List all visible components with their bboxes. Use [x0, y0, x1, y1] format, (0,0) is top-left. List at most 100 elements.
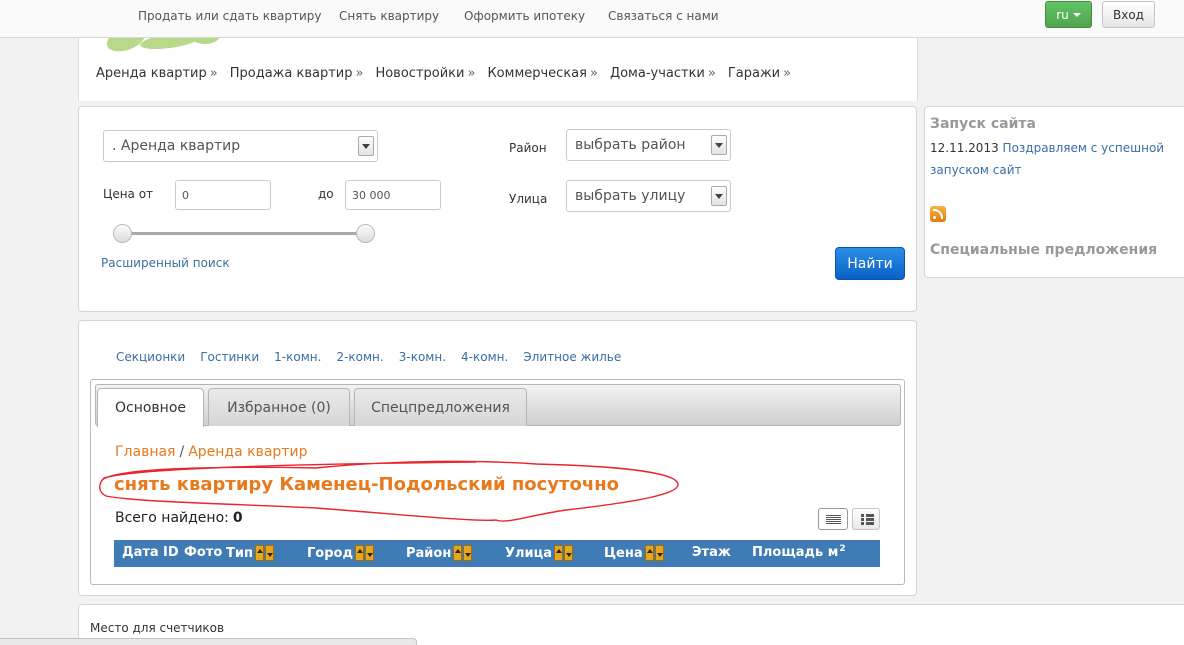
- breadcrumb-home-link[interactable]: Главная: [115, 444, 175, 460]
- tab-main[interactable]: Основное: [97, 388, 204, 427]
- language-dropdown-button[interactable]: ru: [1045, 1, 1092, 28]
- subcat-elite[interactable]: Элитное жилье: [523, 350, 621, 364]
- rss-icon[interactable]: [930, 206, 946, 222]
- breadcrumb: Главная / Аренда квартир: [115, 444, 307, 460]
- price-slider-track[interactable]: [122, 232, 362, 235]
- results-count-colon: :: [224, 510, 229, 526]
- topnav-rent-link[interactable]: Снять квартиру: [339, 9, 439, 23]
- col-street-label: Улица: [505, 545, 553, 561]
- results-table-header: Дата ID Фото Тип Город Район Улица Цена …: [114, 540, 880, 567]
- price-from-label: Цена от: [103, 187, 154, 201]
- subcat-hotels[interactable]: Гостинки: [200, 350, 259, 364]
- caret-down-icon: [1072, 12, 1081, 17]
- street-label: Улица: [509, 192, 548, 206]
- col-district-header[interactable]: Район: [406, 545, 473, 561]
- cat-sale-link[interactable]: Продажа квартир»: [230, 66, 364, 81]
- sort-arrows-icon[interactable]: [354, 545, 374, 561]
- street-value: выбрать улицу: [575, 188, 686, 204]
- col-photo-header: Фото: [184, 545, 223, 560]
- district-value: выбрать район: [575, 137, 686, 153]
- property-type-value: . Аренда квартир: [112, 138, 241, 154]
- col-city-label: Город: [307, 545, 353, 561]
- col-district-label: Район: [406, 545, 452, 561]
- chevron-right-icon: »: [355, 66, 364, 81]
- subcat-4room[interactable]: 4-комн.: [461, 350, 508, 364]
- grid-view-button[interactable]: [852, 508, 880, 530]
- list-view-icon: [826, 515, 841, 524]
- subcat-2room[interactable]: 2-комн.: [336, 350, 383, 364]
- results-count-value: 0: [232, 510, 243, 526]
- street-select[interactable]: выбрать улицу: [566, 180, 731, 212]
- special-offers-title: Специальные предложения: [930, 242, 1158, 258]
- cat-label: Гаражи: [727, 66, 781, 81]
- col-date-header[interactable]: Дата: [122, 545, 159, 560]
- chevron-right-icon: »: [707, 66, 716, 81]
- logo-graphic[interactable]: [100, 38, 220, 52]
- news-body: 12.11.2013 Поздравляем с успешной запуск…: [930, 137, 1175, 181]
- chevron-right-icon: »: [783, 66, 792, 81]
- grid-view-icon: [861, 514, 875, 525]
- results-count: Всего найдено: 0: [115, 510, 243, 526]
- cat-label: Продажа квартир: [229, 66, 353, 81]
- col-area-sup: 2: [839, 543, 846, 554]
- page-title: снять квартиру Каменец-Подольский посуто…: [114, 474, 619, 495]
- counters-placeholder: Место для счетчиков: [90, 621, 225, 635]
- price-to-input[interactable]: 30 000: [345, 180, 441, 210]
- col-city-header[interactable]: Город: [307, 545, 374, 561]
- chevron-right-icon: »: [589, 66, 598, 81]
- chevron-right-icon: »: [209, 66, 218, 81]
- chevron-down-icon: [711, 186, 727, 206]
- topnav-sell-link[interactable]: Продать или сдать квартиру: [138, 9, 322, 23]
- list-view-button[interactable]: [818, 508, 848, 530]
- chevron-down-icon: [711, 135, 727, 155]
- price-slider-min-handle[interactable]: [112, 224, 132, 243]
- price-from-input[interactable]: 0: [175, 180, 271, 210]
- topnav-mortgage-link[interactable]: Оформить ипотеку: [464, 9, 585, 23]
- advanced-search-link[interactable]: Расширенный поиск: [101, 256, 230, 270]
- chevron-down-icon: [358, 136, 374, 156]
- login-button[interactable]: Вход: [1102, 1, 1155, 28]
- subcat-sections[interactable]: Секционки: [116, 350, 185, 364]
- cat-label: Коммерческая: [487, 66, 587, 81]
- cat-houses-link[interactable]: Дома-участки»: [610, 66, 716, 81]
- property-type-select[interactable]: . Аренда квартир: [103, 130, 378, 162]
- col-street-header[interactable]: Улица: [505, 545, 574, 561]
- topnav-contact-link[interactable]: Связаться с нами: [608, 9, 719, 23]
- subcat-1room[interactable]: 1-комн.: [274, 350, 321, 364]
- price-slider-max-handle[interactable]: [355, 224, 375, 243]
- news-title: Запуск сайта: [930, 116, 1036, 132]
- col-price-label: Цена: [604, 545, 643, 561]
- cat-commercial-link[interactable]: Коммерческая»: [487, 66, 597, 81]
- language-label: ru: [1056, 7, 1069, 22]
- col-floor-header[interactable]: Этаж: [692, 545, 731, 560]
- subcat-3room[interactable]: 3-комн.: [399, 350, 446, 364]
- cat-garages-link[interactable]: Гаражи»: [728, 66, 791, 81]
- col-type-label: Тип: [226, 545, 253, 561]
- chevron-right-icon: »: [467, 66, 476, 81]
- breadcrumb-separator: /: [179, 444, 185, 460]
- col-area-label: Площадь м: [752, 545, 839, 560]
- cat-newbuild-link[interactable]: Новостройки»: [375, 66, 475, 81]
- col-area-header[interactable]: Площадь м2: [752, 543, 846, 561]
- sort-arrows-icon[interactable]: [644, 545, 664, 561]
- district-select[interactable]: выбрать район: [566, 129, 731, 161]
- price-to-label: до: [318, 187, 334, 201]
- tab-special-offers[interactable]: Спецпредложения: [354, 388, 527, 426]
- sort-arrows-icon[interactable]: [254, 545, 274, 561]
- breadcrumb-current-link[interactable]: Аренда квартир: [188, 444, 307, 460]
- news-date: 12.11.2013: [930, 141, 999, 155]
- cat-rent-link[interactable]: Аренда квартир»: [96, 66, 218, 81]
- browser-status-bar: [0, 638, 417, 645]
- col-id-header[interactable]: ID: [163, 545, 179, 560]
- tab-favorites[interactable]: Избранное (0): [208, 388, 350, 426]
- sort-arrows-icon[interactable]: [553, 545, 574, 561]
- cat-label: Дома-участки: [609, 66, 705, 81]
- results-count-label: Всего найдено: [115, 510, 225, 526]
- find-button[interactable]: Найти: [835, 247, 905, 280]
- sort-arrows-icon[interactable]: [452, 545, 473, 561]
- district-label: Район: [509, 141, 547, 155]
- col-type-header[interactable]: Тип: [226, 545, 274, 561]
- cat-label: Новостройки: [375, 66, 465, 81]
- subcategory-links: Секционки Гостинки 1-комн. 2-комн. 3-ком…: [116, 350, 621, 364]
- col-price-header[interactable]: Цена: [604, 545, 664, 561]
